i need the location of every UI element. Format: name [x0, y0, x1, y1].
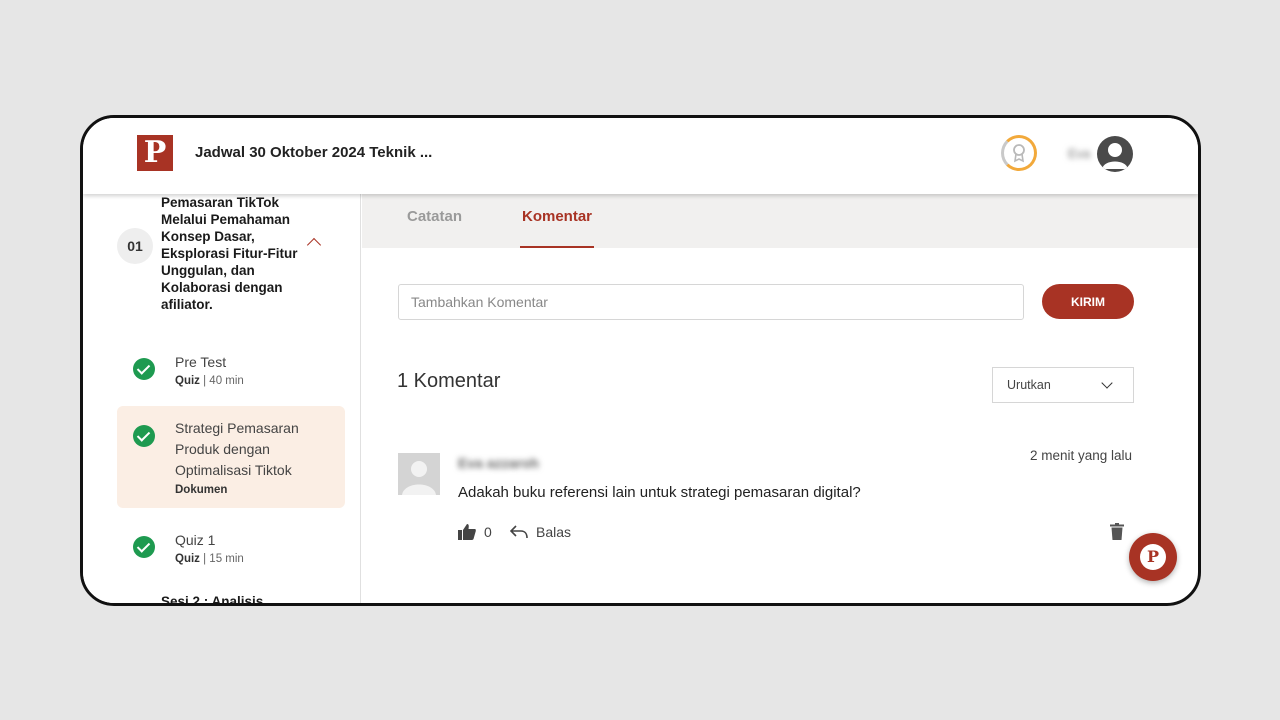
lesson-title: Strategi Pemasaran Produk dengan Optimal… — [175, 420, 299, 478]
tab-komentar[interactable]: Komentar — [520, 194, 595, 248]
reply-label: Balas — [536, 524, 572, 540]
app-window: P Jadwal 30 Oktober 2024 Teknik ... Eva … — [80, 115, 1201, 606]
send-button[interactable]: KIRIM — [1042, 284, 1134, 319]
section-number: 01 — [117, 228, 153, 264]
main-content: Catatan Komentar KIRIM 1 Komentar Urutka… — [362, 194, 1198, 603]
lesson-item-strategi-pemasaran[interactable]: Strategi Pemasaran Produk dengan Optimal… — [117, 406, 345, 508]
check-circle-icon — [133, 425, 155, 447]
tab-catatan[interactable]: Catatan — [407, 194, 462, 248]
chat-logo: P — [1140, 544, 1166, 570]
reply-arrow-icon — [510, 525, 528, 539]
check-circle-icon — [133, 536, 155, 558]
sort-label: Urutkan — [1007, 378, 1051, 392]
lesson-title: Quiz 1 — [175, 532, 216, 548]
award-badge-icon[interactable] — [1001, 135, 1037, 171]
chat-bubble-icon[interactable]: P — [1129, 533, 1177, 581]
course-sidebar: 01 Pemasaran TikTok Melalui Pemahaman Ko… — [83, 194, 361, 603]
trash-icon[interactable] — [1110, 523, 1124, 545]
check-circle-icon — [133, 358, 155, 380]
comment-input[interactable] — [398, 284, 1024, 320]
tab-bar: Catatan Komentar — [362, 194, 1198, 248]
brand-logo[interactable]: P — [137, 135, 173, 171]
course-title: Jadwal 30 Oktober 2024 Teknik ... — [195, 144, 433, 161]
sort-dropdown[interactable]: Urutkan — [992, 367, 1134, 403]
chevron-down-icon — [1101, 377, 1113, 389]
comment-text: Adakah buku referensi lain untuk strateg… — [458, 484, 861, 501]
user-avatar-icon — [398, 453, 440, 495]
lesson-item-pre-test[interactable]: Pre Test Quiz | 40 min — [117, 344, 345, 394]
comment-author: Eva azzaroh — [458, 455, 539, 471]
reply-button[interactable]: Balas — [510, 524, 571, 540]
top-header: P Jadwal 30 Oktober 2024 Teknik ... Eva — [83, 118, 1198, 194]
comment-time: 2 menit yang lalu — [1029, 448, 1132, 463]
thumbs-up-icon — [458, 524, 476, 540]
next-section-title[interactable]: Sesi 2 : Analisis — [161, 594, 263, 603]
user-name[interactable]: Eva — [1068, 146, 1090, 161]
like-count: 0 — [484, 524, 492, 540]
user-avatar-icon[interactable] — [1097, 136, 1133, 172]
lesson-title: Pre Test — [175, 354, 227, 370]
lesson-meta: Quiz | 15 min — [175, 553, 244, 565]
lesson-meta: Quiz | 40 min — [175, 375, 244, 387]
lesson-meta: Dokumen — [175, 484, 228, 496]
comment-count: 1 Komentar — [397, 370, 501, 392]
lesson-item-quiz-1[interactable]: Quiz 1 Quiz | 15 min — [117, 522, 345, 572]
section-title[interactable]: Pemasaran TikTok Melalui Pemahaman Konse… — [161, 194, 301, 313]
chevron-up-icon[interactable] — [306, 237, 322, 253]
like-button[interactable]: 0 — [458, 524, 492, 540]
